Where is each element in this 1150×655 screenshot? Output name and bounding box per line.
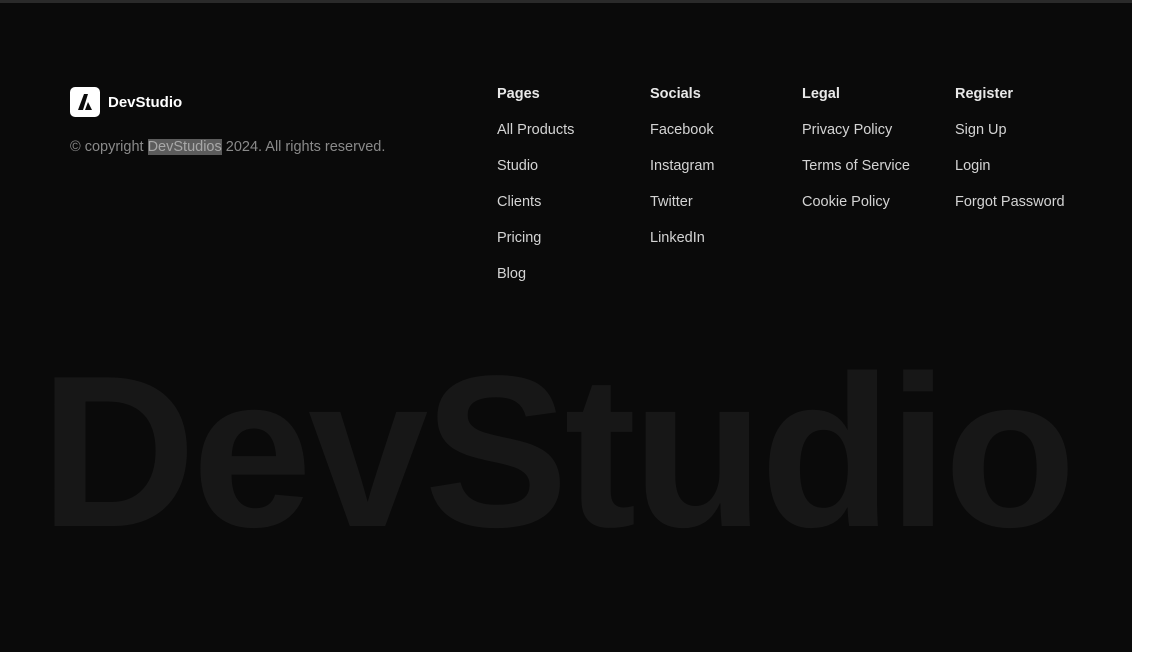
column-heading-register: Register: [955, 86, 1014, 102]
footer-link-clients[interactable]: Clients: [497, 193, 574, 229]
footer-link-terms-of-service[interactable]: Terms of Service: [802, 157, 910, 193]
copyright-suffix: 2024. All rights reserved.: [221, 139, 386, 155]
brand-link[interactable]: DevStudio: [70, 87, 182, 117]
footer-link-login[interactable]: Login: [955, 157, 1065, 193]
footer-link-cookie-policy[interactable]: Cookie Policy: [802, 193, 910, 229]
column-heading-pages: Pages: [497, 86, 540, 102]
copyright-highlighted-name: DevStudios: [147, 139, 222, 155]
site-footer: DevStudio DevStudio © copyright DevStudi…: [0, 3, 1132, 652]
brand-name: DevStudio: [108, 93, 183, 111]
column-heading-socials: Socials: [650, 86, 701, 102]
copyright-prefix: © copyright: [70, 139, 148, 155]
footer-link-sign-up[interactable]: Sign Up: [955, 121, 1065, 157]
footer-link-twitter[interactable]: Twitter: [650, 193, 714, 229]
scrollbar-track[interactable]: [1132, 0, 1150, 655]
footer-link-facebook[interactable]: Facebook: [650, 121, 714, 157]
footer-column-socials: Socials Facebook Instagram Twitter Linke…: [650, 85, 714, 265]
footer-watermark: DevStudio: [40, 330, 1076, 572]
footer-link-instagram[interactable]: Instagram: [650, 157, 714, 193]
footer-link-blog[interactable]: Blog: [497, 265, 574, 301]
footer-link-linkedin[interactable]: LinkedIn: [650, 229, 714, 265]
footer-column-register: Register Sign Up Login Forgot Password: [955, 85, 1065, 229]
footer-column-legal: Legal Privacy Policy Terms of Service Co…: [802, 85, 910, 229]
copyright-text: © copyright DevStudios 2024. All rights …: [70, 139, 385, 155]
footer-link-pricing[interactable]: Pricing: [497, 229, 574, 265]
footer-column-pages: Pages All Products Studio Clients Pricin…: [497, 85, 574, 301]
column-heading-legal: Legal: [802, 86, 840, 102]
footer-link-forgot-password[interactable]: Forgot Password: [955, 193, 1065, 229]
footer-link-studio[interactable]: Studio: [497, 157, 574, 193]
devstudio-logo-icon: [70, 87, 100, 117]
footer-link-privacy-policy[interactable]: Privacy Policy: [802, 121, 910, 157]
footer-link-all-products[interactable]: All Products: [497, 121, 574, 157]
